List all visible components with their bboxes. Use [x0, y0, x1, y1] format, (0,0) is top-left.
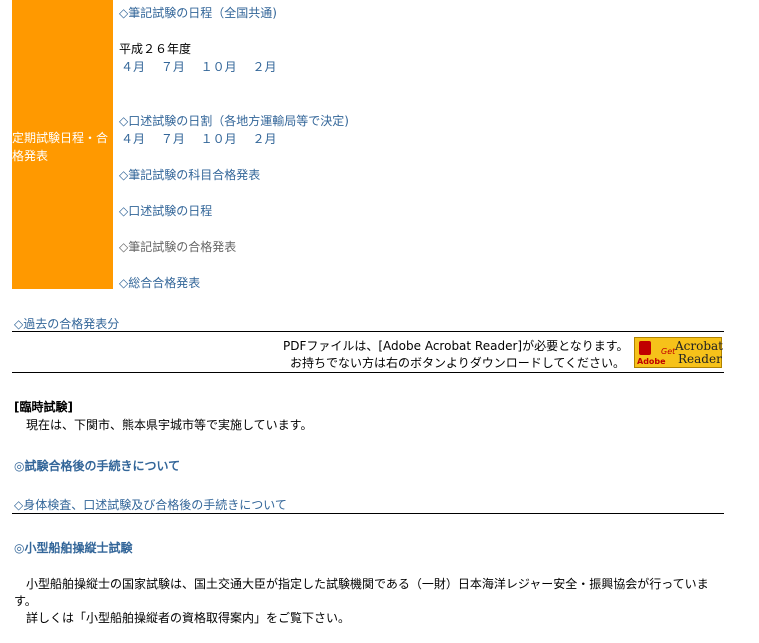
- after-pass-procedures-link[interactable]: ◎試験合格後の手続きについて: [14, 457, 180, 474]
- badge-adobe: Adobe: [637, 357, 666, 366]
- special-exam-text: 現在は、下関市、熊本県宇城市等で実施しています。: [26, 418, 313, 432]
- schedule-label: 定期試験日程・合格発表: [12, 131, 109, 163]
- overall-pass-announcement-link[interactable]: ◇総合合格発表: [119, 274, 200, 291]
- schedule-label-cell: 定期試験日程・合格発表: [12, 0, 113, 289]
- past-results-link[interactable]: ◇過去の合格発表分: [14, 315, 119, 332]
- badge-get: Get: [661, 347, 676, 356]
- pdf-notice-line2: お持ちでない方は右のボタンよりダウンロードしてください。: [290, 356, 626, 370]
- oral-exam-dates-link[interactable]: ◇口述試験の日程: [119, 202, 212, 219]
- badge-reader: Reader: [678, 352, 722, 366]
- fiscal-year-text: 平成２６年度: [119, 42, 192, 56]
- written-pass-announcement-link[interactable]: ◇筆記試験の合格発表: [119, 238, 236, 255]
- adobe-logo-icon: [639, 341, 651, 355]
- small-boat-exam-heading[interactable]: ◎小型船舶操縦士試験: [14, 539, 132, 556]
- small-boat-text-line3: 詳しくは「小型船舶操縦者の資格取得案内」をご覧下さい。: [26, 611, 351, 625]
- small-boat-text-line2: す。: [14, 594, 37, 608]
- divider: [12, 372, 724, 373]
- divider: [12, 331, 724, 332]
- pdf-notice-line1: PDFファイルは、[Adobe Acrobat Reader]が必要となります。: [283, 339, 629, 353]
- physical-exam-procedures-link[interactable]: ◇身体検査、口述試験及び合格後の手続きについて: [14, 496, 287, 513]
- badge-acrobat: Acrobat: [675, 339, 724, 353]
- written-exam-months[interactable]: ４月 ７月 １０月 ２月: [121, 58, 276, 75]
- get-acrobat-reader-button[interactable]: Get Acrobat Reader Adobe: [634, 337, 724, 368]
- oral-exam-months[interactable]: ４月 ７月 １０月 ２月: [121, 130, 276, 147]
- written-exam-schedule-link[interactable]: ◇筆記試験の日程（全国共通): [119, 4, 277, 21]
- small-boat-text-line1: 小型船舶操縦士の国家試験は、国土交通大臣が指定した試験機関である（一財）日本海洋…: [26, 577, 709, 591]
- subject-pass-announcement-link[interactable]: ◇筆記試験の科目合格発表: [119, 166, 260, 183]
- divider: [12, 513, 724, 514]
- oral-exam-schedule-link[interactable]: ◇口述試験の日割（各地方運輸局等で決定): [119, 112, 349, 129]
- special-exam-heading: [臨時試験]: [14, 400, 73, 414]
